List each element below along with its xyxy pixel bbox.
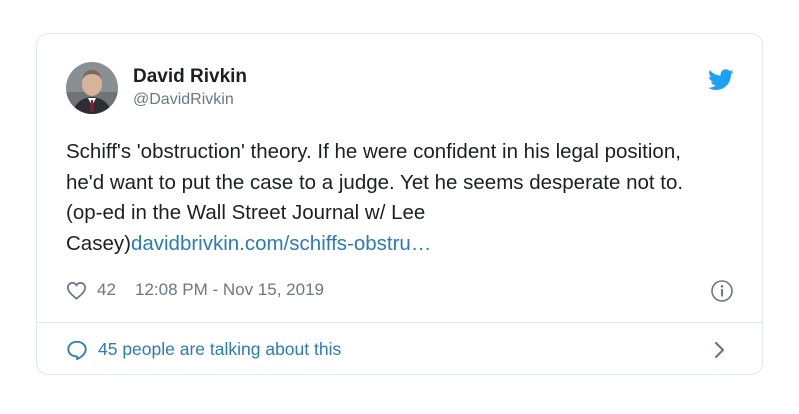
like-count[interactable]: 42	[97, 280, 116, 300]
timestamp[interactable]: 12:08 PM - Nov 15, 2019	[135, 280, 324, 300]
author-info: David Rivkin @DavidRivkin	[133, 66, 247, 110]
heart-icon[interactable]	[66, 281, 87, 300]
handle[interactable]: @DavidRivkin	[133, 90, 247, 110]
tweet-text: Schiff's 'obstruction' theory. If he wer…	[66, 137, 706, 259]
conversation-link[interactable]: 45 people are talking about this	[66, 323, 734, 375]
avatar[interactable]	[66, 62, 118, 114]
tweet-meta: 42 12:08 PM - Nov 15, 2019	[66, 278, 734, 304]
speech-bubble-icon	[66, 339, 88, 361]
twitter-bird-icon[interactable]	[708, 69, 734, 91]
chevron-right-icon	[714, 341, 726, 359]
display-name[interactable]: David Rivkin	[133, 66, 247, 88]
tweet-link[interactable]: davidbrivkin.com/schiffs-obstru…	[131, 232, 431, 255]
talking-label: 45 people are talking about this	[98, 339, 342, 359]
tweet-header: David Rivkin @DavidRivkin	[66, 62, 734, 118]
info-icon[interactable]	[710, 279, 734, 303]
tweet-card: David Rivkin @DavidRivkin Schiff's 'obst…	[36, 33, 763, 375]
